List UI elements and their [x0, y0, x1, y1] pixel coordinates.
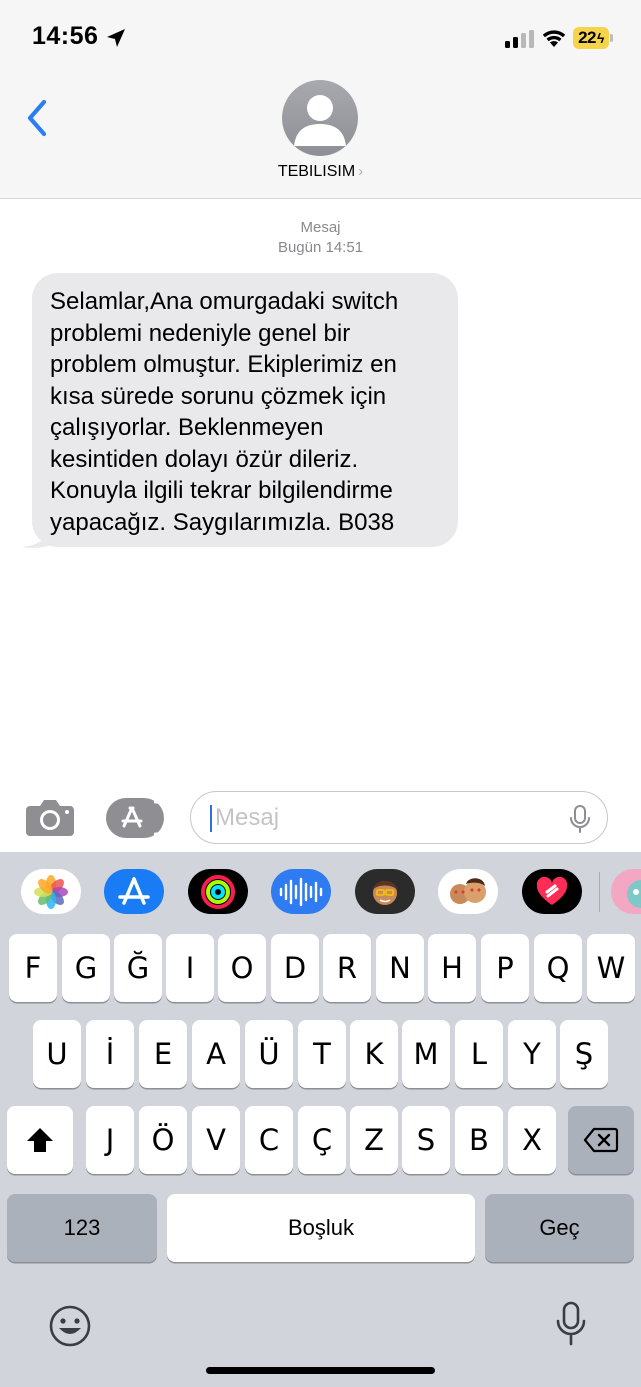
key-h[interactable]: H — [428, 934, 476, 1002]
person-silhouette-icon — [294, 95, 346, 146]
key-d[interactable]: D — [271, 934, 319, 1002]
key-g-breve[interactable]: Ğ — [114, 934, 162, 1002]
talking-tom-icon[interactable] — [611, 869, 641, 914]
key-c-cedilla[interactable]: Ç — [298, 1106, 346, 1174]
battery-level: 22 ϟ — [573, 27, 609, 49]
key-u[interactable]: U — [33, 1020, 81, 1088]
imessage-app-strip — [0, 852, 641, 932]
memoji-icon[interactable] — [355, 869, 415, 914]
numbers-key[interactable]: 123 — [7, 1194, 157, 1262]
key-o-umlaut[interactable]: Ö — [139, 1106, 187, 1174]
message-service-label: Mesaj — [300, 219, 341, 236]
activity-rings — [201, 874, 235, 909]
key-x[interactable]: X — [508, 1106, 556, 1174]
key-y[interactable]: Y — [508, 1020, 556, 1088]
message-input[interactable]: Mesaj — [190, 791, 608, 844]
app-store-icon[interactable] — [104, 869, 164, 914]
key-z[interactable]: Z — [350, 1106, 398, 1174]
charging-bolt-icon: ϟ — [597, 30, 604, 46]
key-n[interactable]: N — [376, 934, 424, 1002]
location-arrow-icon — [107, 29, 125, 47]
space-key[interactable]: Boşluk — [167, 1194, 475, 1262]
battery-indicator: 22 ϟ — [573, 27, 613, 49]
app-store-glyph — [118, 876, 150, 905]
photos-flower — [34, 874, 68, 909]
shift-key[interactable] — [7, 1106, 73, 1174]
key-w[interactable]: W — [587, 934, 635, 1002]
apps-button[interactable] — [106, 798, 172, 838]
key-a[interactable]: A — [192, 1020, 240, 1088]
cellular-signal-icon — [505, 30, 534, 48]
key-r[interactable]: R — [323, 934, 371, 1002]
waveform-glyph — [279, 877, 323, 906]
key-s-cedilla[interactable]: Ş — [560, 1020, 608, 1088]
key-u-umlaut[interactable]: Ü — [245, 1020, 293, 1088]
battery-cap — [610, 34, 613, 42]
memoji-stickers-icon[interactable] — [438, 869, 498, 914]
dictation-microphone-icon[interactable] — [569, 804, 591, 834]
keyboard: F G Ğ I O D R N H P Q W U İ E A Ü T K M … — [0, 852, 641, 1387]
conversation-header: 14:56 22 ϟ TEBILISIM › — [0, 0, 641, 199]
activity-icon[interactable] — [188, 869, 248, 914]
return-key[interactable]: Geç — [485, 1194, 634, 1262]
wifi-icon — [542, 30, 566, 47]
key-k[interactable]: K — [350, 1020, 398, 1088]
key-i-dot[interactable]: İ — [86, 1020, 134, 1088]
photos-icon[interactable] — [21, 869, 81, 914]
key-o[interactable]: O — [218, 934, 266, 1002]
dictation-icon[interactable] — [555, 1300, 587, 1348]
shift-arrow-icon — [27, 1128, 53, 1152]
key-l[interactable]: L — [455, 1020, 503, 1088]
text-cursor — [210, 805, 212, 832]
digital-touch-icon[interactable] — [522, 869, 582, 914]
emoji-keyboard-icon[interactable] — [48, 1304, 92, 1348]
status-time: 14:56 — [32, 22, 99, 50]
key-v[interactable]: V — [192, 1106, 240, 1174]
heart-glyph — [536, 876, 568, 905]
app-store-icon — [121, 800, 172, 836]
key-c[interactable]: C — [245, 1106, 293, 1174]
key-j[interactable]: J — [86, 1106, 134, 1174]
key-p[interactable]: P — [481, 934, 529, 1002]
message-input-placeholder: Mesaj — [215, 804, 280, 831]
home-indicator[interactable] — [206, 1367, 435, 1374]
talking-tom-face — [627, 879, 641, 908]
key-q[interactable]: Q — [534, 934, 582, 1002]
app-strip-divider — [599, 872, 600, 912]
key-i[interactable]: I — [166, 934, 214, 1002]
contact-name-button[interactable]: TEBILISIM › — [0, 163, 641, 181]
key-t[interactable]: T — [298, 1020, 346, 1088]
delete-key[interactable] — [568, 1106, 634, 1174]
camera-button[interactable] — [24, 796, 76, 838]
key-m[interactable]: M — [402, 1020, 450, 1088]
message-text: Selamlar,Ana omurgadaki switch problemi … — [50, 288, 399, 536]
key-f[interactable]: F — [9, 934, 57, 1002]
message-timestamp: Bugün 14:51 — [277, 239, 364, 256]
contact-avatar[interactable] — [282, 80, 358, 156]
contact-name: TEBILISIM — [277, 163, 356, 180]
memoji-face — [373, 880, 397, 905]
memoji-stickers-faces — [450, 877, 486, 904]
key-g[interactable]: G — [62, 934, 110, 1002]
back-button[interactable] — [22, 98, 52, 138]
key-b[interactable]: B — [455, 1106, 503, 1174]
key-s[interactable]: S — [402, 1106, 450, 1174]
backspace-icon — [583, 1127, 619, 1153]
chevron-right-icon: › — [358, 163, 364, 180]
key-e[interactable]: E — [139, 1020, 187, 1088]
battery-percent: 22 — [578, 28, 596, 47]
audio-message-icon[interactable] — [271, 869, 331, 914]
